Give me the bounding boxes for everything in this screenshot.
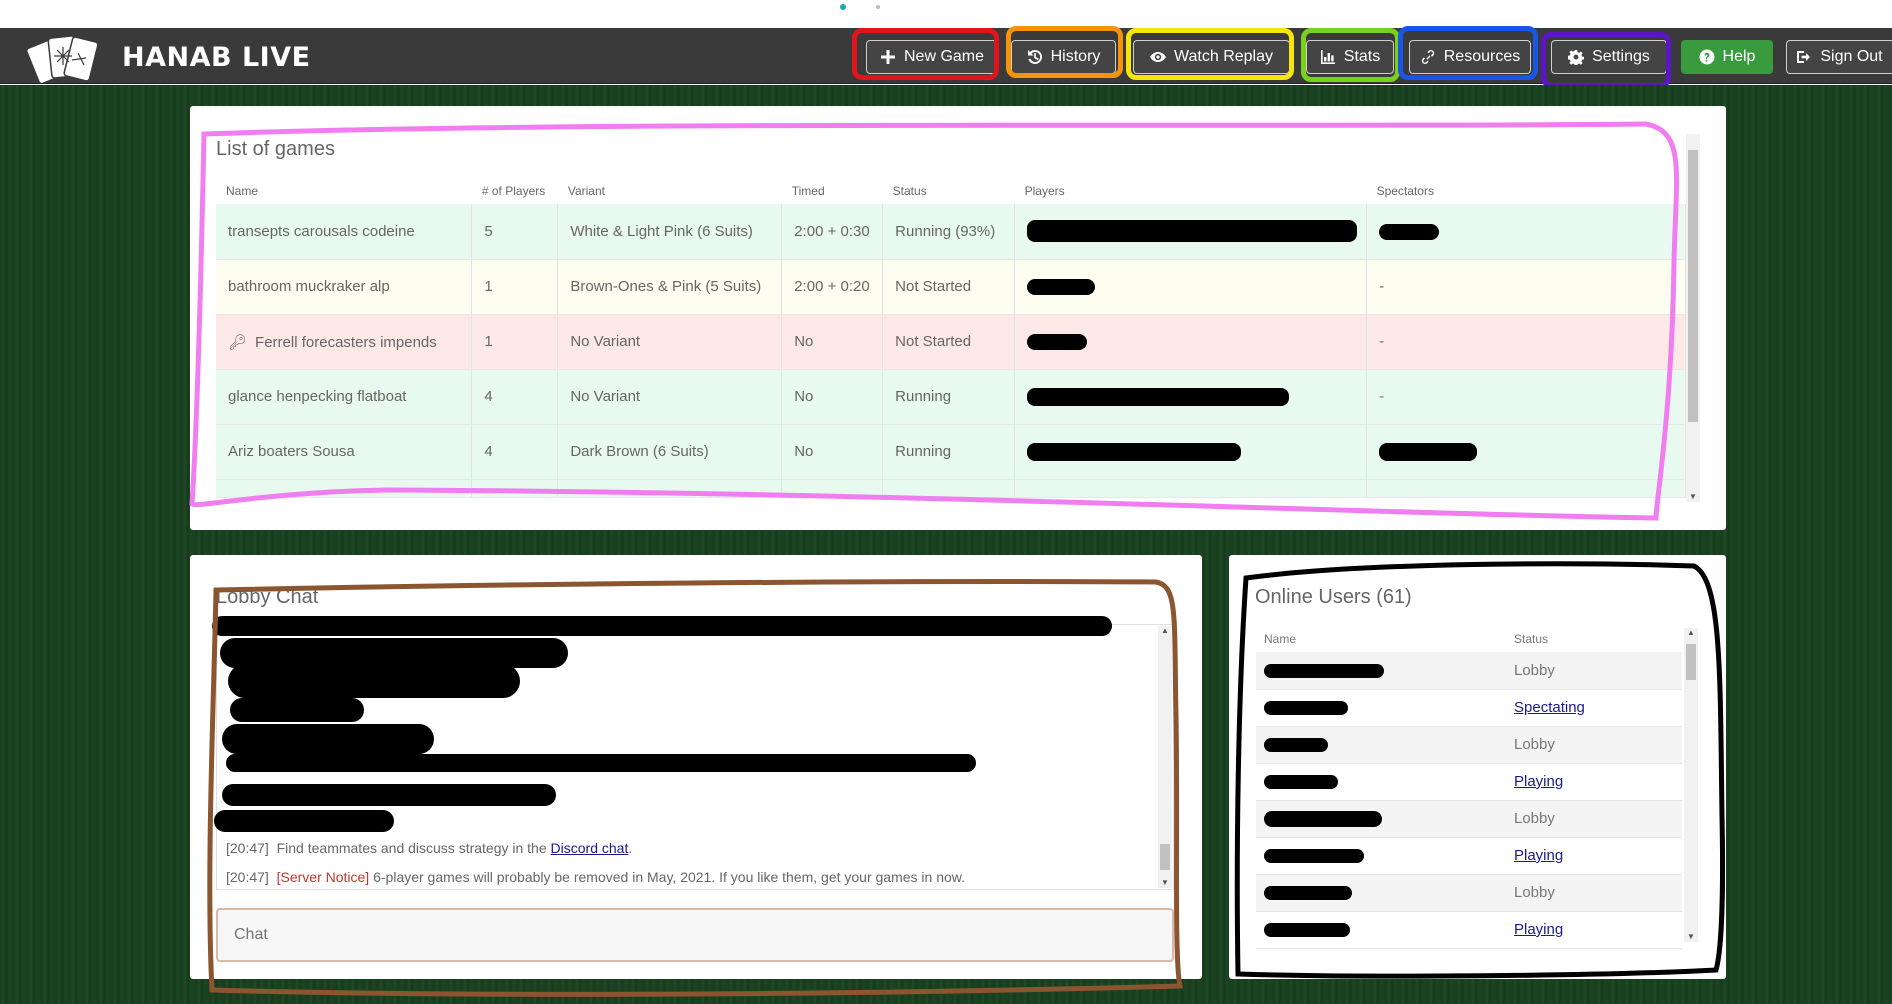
history-icon xyxy=(1027,49,1042,64)
gear-icon xyxy=(1568,50,1585,65)
page-indicator-active[interactable] xyxy=(840,4,846,10)
cards-logo-icon xyxy=(25,35,99,83)
settings-button[interactable]: Settings xyxy=(1551,40,1667,74)
watch-replay-label: Watch Replay xyxy=(1174,48,1273,65)
question-icon xyxy=(1699,49,1715,65)
link-icon xyxy=(1421,49,1434,65)
new-game-label: New Game xyxy=(903,48,985,65)
games-scrollbar[interactable]: ▼ xyxy=(1686,134,1700,502)
highlight-users xyxy=(1234,561,1726,979)
plus-icon xyxy=(880,50,895,64)
scroll-down-arrow-icon[interactable]: ▼ xyxy=(1689,492,1697,501)
history-button[interactable]: History xyxy=(1011,40,1116,74)
help-button[interactable]: Help xyxy=(1681,40,1773,74)
help-label: Help xyxy=(1722,48,1756,65)
stats-label: Stats xyxy=(1343,48,1381,65)
watch-replay-button[interactable]: Watch Replay xyxy=(1133,40,1290,74)
history-label: History xyxy=(1050,48,1101,65)
stats-button[interactable]: Stats xyxy=(1306,40,1394,74)
top-strip xyxy=(0,0,1892,28)
highlight-chat xyxy=(207,578,1184,997)
scrollbar-thumb[interactable] xyxy=(1688,150,1698,422)
sign-out-label: Sign Out xyxy=(1820,48,1883,65)
resources-label: Resources xyxy=(1443,48,1521,65)
brand-title: HANAB LIVE xyxy=(122,42,311,73)
resources-button[interactable]: Resources xyxy=(1409,40,1531,74)
new-game-button[interactable]: New Game xyxy=(866,40,998,74)
settings-label: Settings xyxy=(1592,48,1650,65)
page-indicator[interactable] xyxy=(876,5,880,9)
highlight-games xyxy=(189,121,1680,521)
sign-out-button[interactable]: Sign Out xyxy=(1786,40,1892,74)
sign-out-icon xyxy=(1797,51,1811,63)
chart-icon xyxy=(1320,50,1335,64)
eye-icon xyxy=(1150,52,1166,62)
navbar: HANAB LIVE New Game History Watch Replay… xyxy=(0,28,1892,84)
